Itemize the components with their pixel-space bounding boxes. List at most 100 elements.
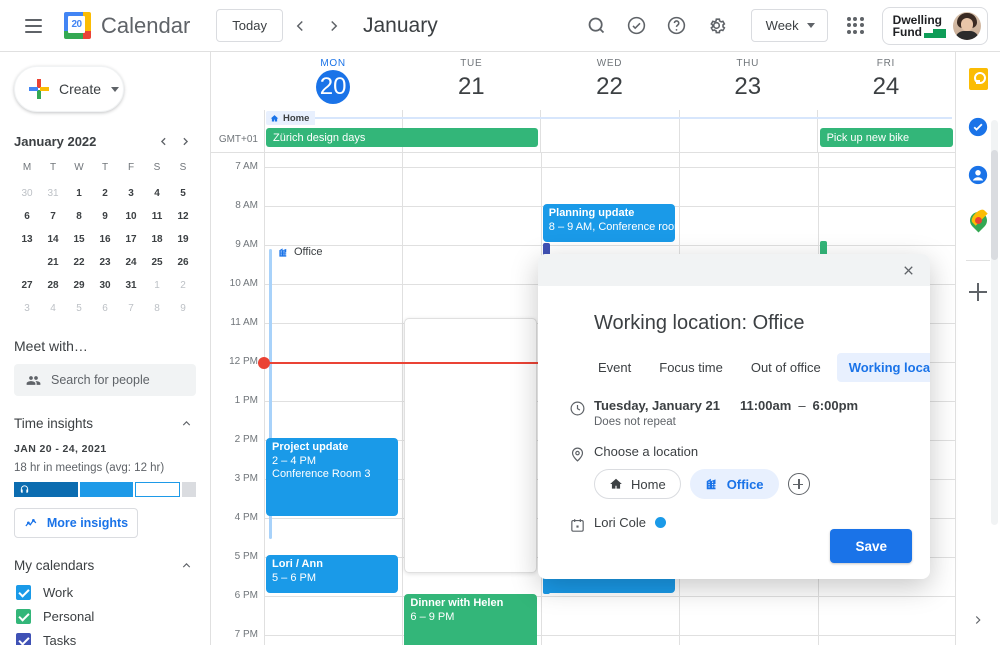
tab-out-of-office[interactable]: Out of office	[739, 353, 833, 382]
mini-calendar-day[interactable]: 16	[92, 228, 118, 251]
mini-calendar-day[interactable]: 5	[170, 182, 196, 205]
day-header-fri[interactable]: FRI24	[817, 52, 955, 110]
mini-calendar-day[interactable]: 3	[118, 182, 144, 205]
checkbox-icon[interactable]	[16, 609, 31, 624]
checkbox-icon[interactable]	[16, 585, 31, 600]
mini-calendar-day[interactable]: 5	[66, 297, 92, 320]
my-calendar-item[interactable]: Personal	[16, 609, 196, 624]
view-selector[interactable]: Week	[751, 9, 828, 42]
my-calendars-header[interactable]: My calendars	[14, 554, 196, 576]
time-insights-header[interactable]: Time insights	[14, 412, 196, 434]
mini-calendar-day[interactable]: 12	[170, 205, 196, 228]
maps-icon[interactable]	[965, 210, 991, 236]
all-day-home-chip[interactable]: Home	[266, 111, 315, 125]
mini-calendar-day[interactable]: 10	[118, 205, 144, 228]
mini-calendar-day[interactable]: 18	[144, 228, 170, 251]
recurrence-label[interactable]: Does not repeat	[594, 416, 930, 428]
next-period-button[interactable]	[317, 9, 351, 43]
account-chip[interactable]: Dwelling Fund	[882, 7, 988, 45]
day-header-number[interactable]: 20	[316, 70, 350, 104]
mini-calendar-day[interactable]: 29	[66, 274, 92, 297]
day-header-number[interactable]: 22	[540, 72, 678, 102]
day-header-thu[interactable]: THU23	[679, 52, 817, 110]
mini-calendar-day[interactable]: 4	[144, 182, 170, 205]
chevron-right-icon[interactable]	[965, 607, 991, 633]
mini-calendar-day[interactable]: 24	[118, 251, 144, 274]
tab-event[interactable]: Event	[586, 353, 643, 382]
day-header-tue[interactable]: TUE21	[402, 52, 540, 110]
mini-calendar-day[interactable]: 15	[66, 228, 92, 251]
mini-calendar-day[interactable]: 1	[66, 182, 92, 205]
close-icon[interactable]	[896, 258, 920, 282]
plus-icon[interactable]	[965, 279, 991, 305]
search-for-people-input[interactable]: Search for people	[14, 364, 196, 396]
mini-calendar-day[interactable]: 9	[92, 205, 118, 228]
mini-calendar-day[interactable]: 31	[118, 274, 144, 297]
day-header-number[interactable]: 23	[679, 72, 817, 102]
more-insights-button[interactable]: More insights	[14, 508, 138, 538]
mini-calendar-day[interactable]: 1	[144, 274, 170, 297]
my-calendar-item[interactable]: Work	[16, 585, 196, 600]
mini-calendar-day[interactable]: 2	[170, 274, 196, 297]
contacts-icon[interactable]	[965, 162, 991, 188]
mini-calendar-day[interactable]: 22	[66, 251, 92, 274]
mini-calendar-day[interactable]: 21	[40, 251, 66, 274]
day-header-number[interactable]: 21	[402, 72, 540, 102]
tab-working-location[interactable]: Working location	[837, 353, 930, 382]
mini-calendar-day[interactable]: 26	[170, 251, 196, 274]
mini-calendar-day[interactable]: 28	[40, 274, 66, 297]
chevron-up-icon[interactable]	[176, 413, 196, 433]
mini-calendar-day[interactable]: 11	[144, 205, 170, 228]
mini-calendar-day[interactable]: 20	[14, 251, 40, 274]
mini-calendar-day[interactable]: 19	[170, 228, 196, 251]
gear-icon[interactable]	[699, 8, 735, 44]
plus-circle-icon[interactable]	[788, 473, 810, 495]
search-icon[interactable]	[579, 8, 615, 44]
keep-icon[interactable]	[965, 66, 991, 92]
mini-calendar-day[interactable]: 9	[170, 297, 196, 320]
avatar[interactable]	[953, 12, 981, 40]
checkbox-icon[interactable]	[16, 633, 31, 645]
mini-calendar-day[interactable]: 14	[40, 228, 66, 251]
scrollbar-thumb[interactable]	[991, 150, 998, 260]
all-day-event[interactable]: Zürich design days	[266, 128, 538, 147]
event-start-time[interactable]: 11:00am	[740, 398, 791, 413]
day-header-number[interactable]: 24	[817, 72, 955, 102]
all-day-event[interactable]: Pick up new bike	[820, 128, 953, 147]
mini-calendar-day[interactable]: 31	[40, 182, 66, 205]
mini-calendar-day[interactable]: 6	[14, 205, 40, 228]
mini-calendar-day[interactable]: 17	[118, 228, 144, 251]
event-date[interactable]: Tuesday, January 21	[594, 398, 720, 413]
hamburger-icon[interactable]	[16, 9, 50, 43]
calendar-event[interactable]: Project update2 – 4 PMConference Room 3	[266, 438, 398, 516]
tab-focus-time[interactable]: Focus time	[647, 353, 735, 382]
help-icon[interactable]	[659, 8, 695, 44]
mini-calendar-day[interactable]: 7	[118, 297, 144, 320]
apps-grid-icon[interactable]	[838, 8, 874, 44]
calendar-event[interactable]: Lori / Ann5 – 6 PM	[266, 555, 398, 593]
location-chip-office[interactable]: Office	[690, 469, 779, 499]
today-button[interactable]: Today	[216, 9, 283, 42]
calendar-event[interactable]: Planning update8 – 9 AM, Conference room	[543, 204, 675, 242]
mini-calendar-day[interactable]: 30	[14, 182, 40, 205]
mini-calendar-day[interactable]: 6	[92, 297, 118, 320]
prev-period-button[interactable]	[283, 9, 317, 43]
day-header-wed[interactable]: WED22	[540, 52, 678, 110]
mini-calendar-prev-button[interactable]	[152, 130, 174, 152]
check-circle-icon[interactable]	[619, 8, 655, 44]
my-calendar-item[interactable]: Tasks	[16, 633, 196, 645]
mini-calendar-day[interactable]: 23	[92, 251, 118, 274]
mini-calendar-day[interactable]: 27	[14, 274, 40, 297]
mini-calendar-day[interactable]: 2	[92, 182, 118, 205]
create-button[interactable]: Create	[14, 66, 124, 112]
event-end-time[interactable]: 6:00pm	[813, 398, 859, 413]
location-chip-home[interactable]: Home	[594, 469, 681, 499]
mini-calendar-day[interactable]: 30	[92, 274, 118, 297]
mini-calendar-day[interactable]: 4	[40, 297, 66, 320]
mini-calendar-day[interactable]: 8	[144, 297, 170, 320]
mini-calendar-day[interactable]: 7	[40, 205, 66, 228]
mini-calendar-day[interactable]: 13	[14, 228, 40, 251]
save-button[interactable]: Save	[830, 529, 912, 563]
tasks-icon[interactable]	[965, 114, 991, 140]
time-insights-bar[interactable]	[14, 482, 196, 497]
